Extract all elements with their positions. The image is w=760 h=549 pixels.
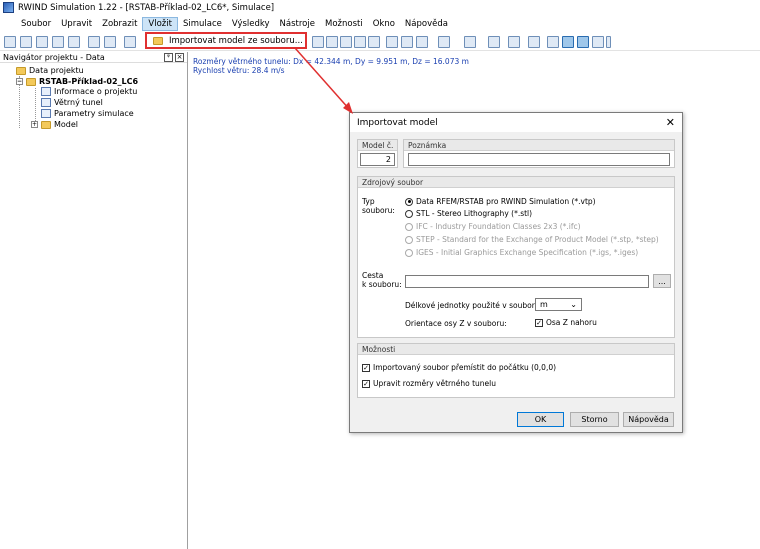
import-model-menu-label: Importovat model ze souboru... [169,35,303,46]
folder-open-icon [153,36,163,45]
annotation-arrow [294,47,353,114]
import-model-menu-item[interactable]: Importovat model ze souboru... [145,32,307,49]
